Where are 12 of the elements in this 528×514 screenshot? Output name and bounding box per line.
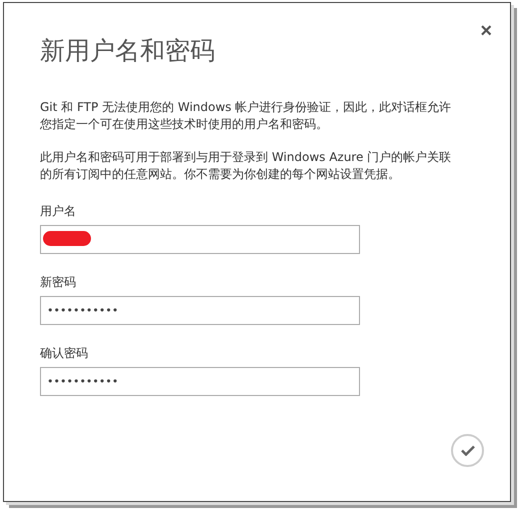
field-label: 用户名 [40, 203, 77, 219]
input-field[interactable]: ••••••••••• [40, 367, 360, 396]
input-field[interactable]: ••••••••••• [40, 296, 360, 325]
description-text: 此用户名和密码可用于部署到与用于登录到 Windows Azure 门户的帐户关联的所有订阅中的任意网站。你不需要为你创建的每个网站设置凭据。 [40, 149, 452, 183]
checkmark-icon [460, 445, 474, 456]
close-button[interactable]: × [480, 21, 492, 41]
confirm-button[interactable] [451, 434, 484, 467]
field-label: 确认密码 [40, 345, 89, 361]
field-label: 新密码 [40, 274, 77, 290]
dialog-title: 新用户名和密码 [40, 35, 216, 67]
input-field[interactable] [40, 225, 360, 254]
description-text: Git 和 FTP 无法使用您的 Windows 帐户进行身份验证，因此，此对话框允许您指定一个可在使用这些技术时使用的用户名和密码。 [40, 99, 452, 133]
